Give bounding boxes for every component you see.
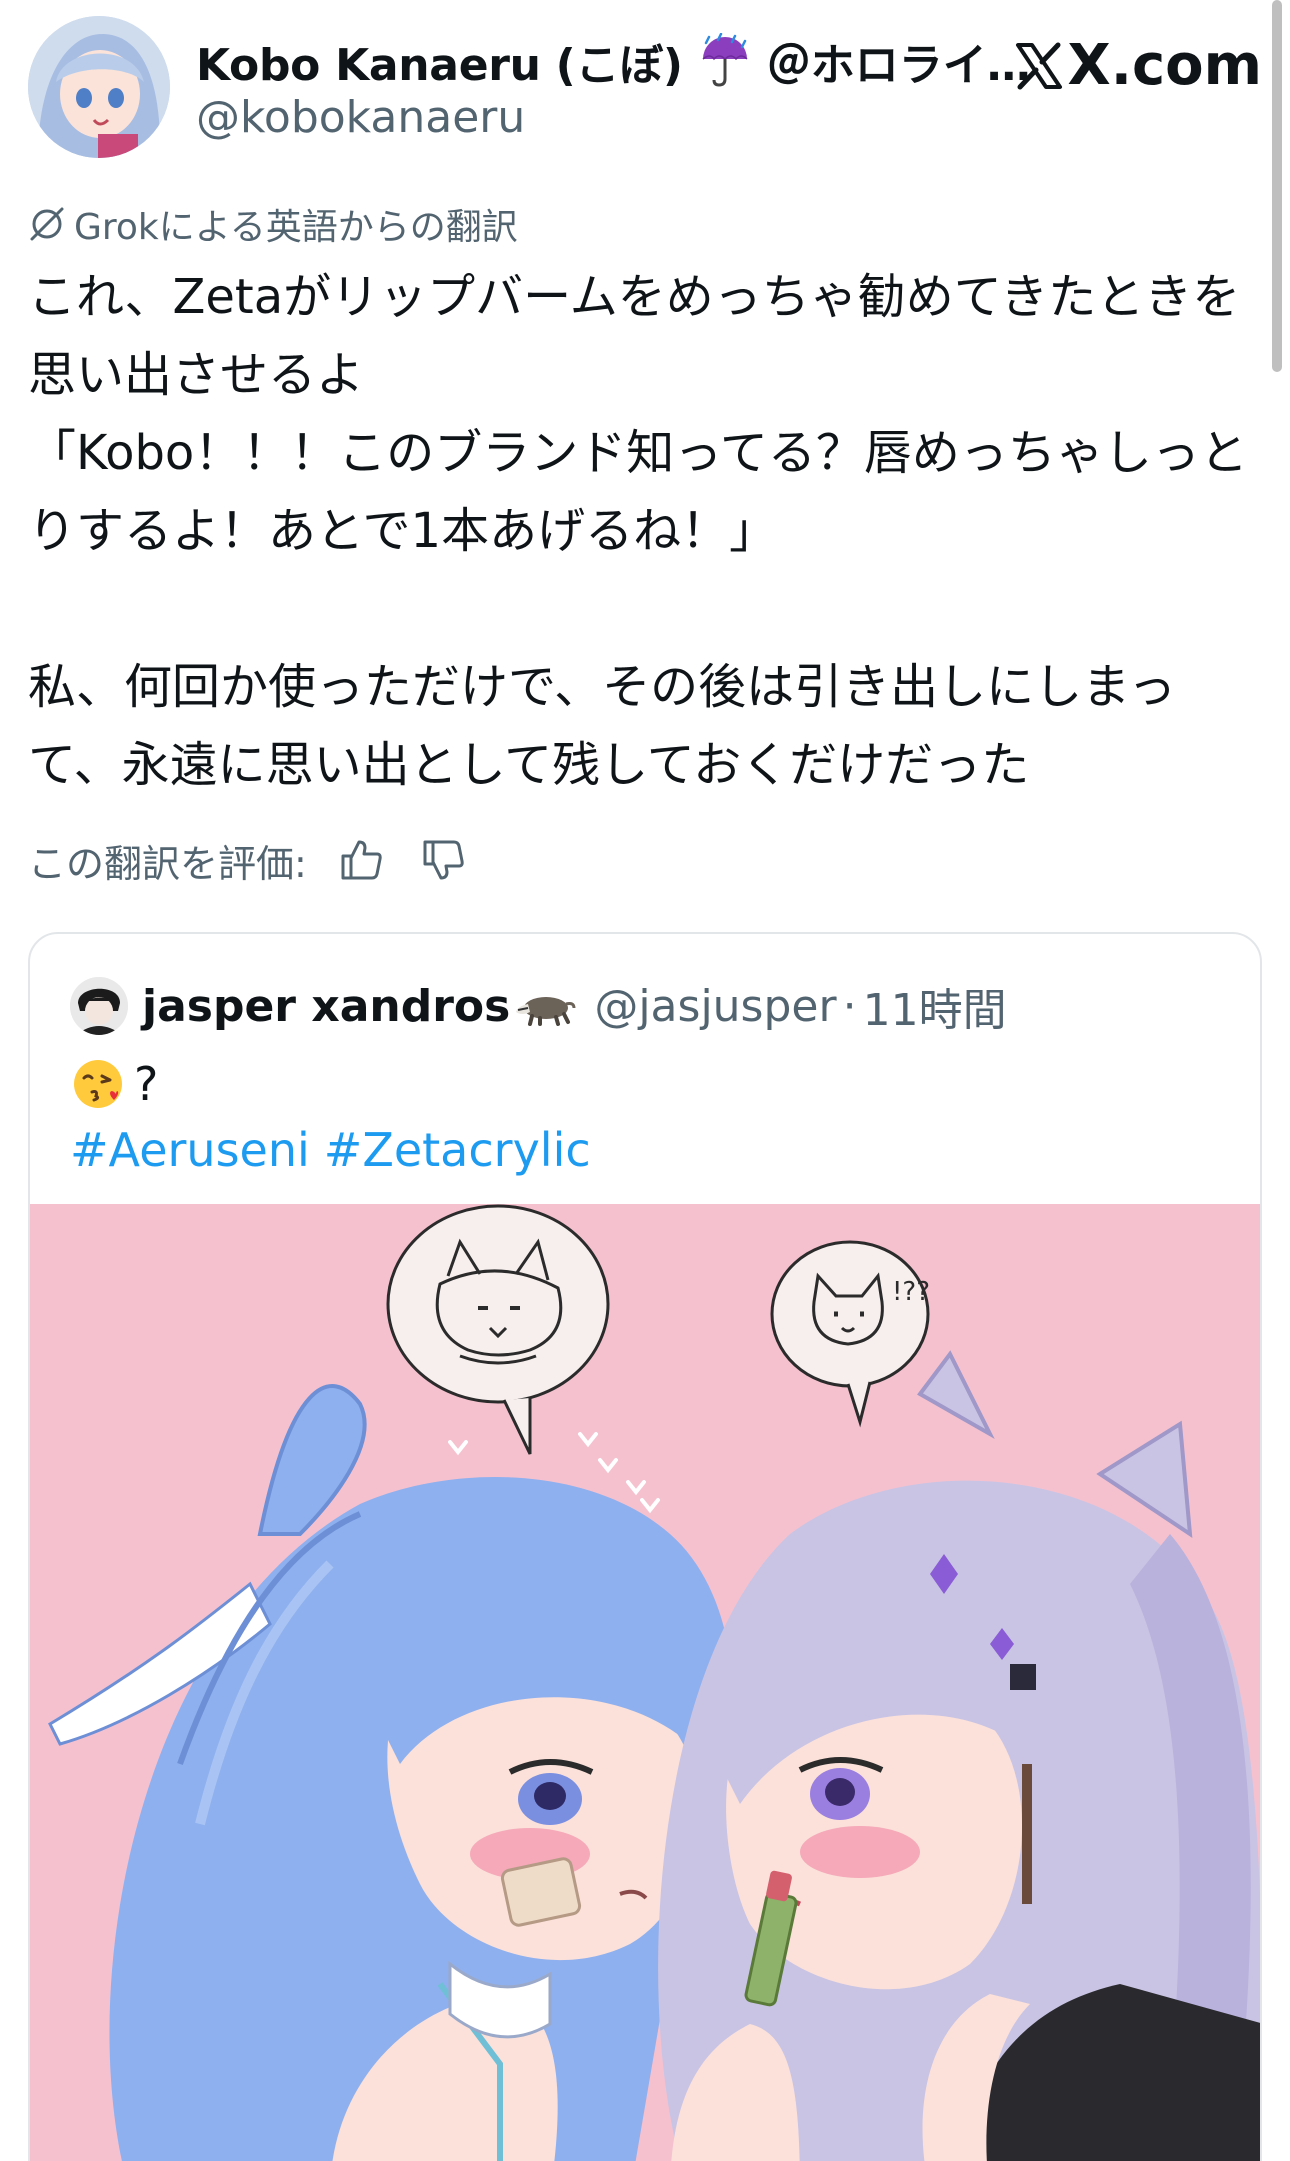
hashtag-aeruseni[interactable]: #Aeruseni [70,1123,310,1177]
quoted-post-header: jasper xandros @jasjusper · 11時間 [70,974,1007,1038]
svg-text:!??: !?? [892,1277,930,1307]
x-logo-icon [1014,40,1064,90]
quoted-post-body: ? [70,1052,158,1116]
scrollbar[interactable] [1272,0,1282,372]
quoted-post-image[interactable]: !?? [30,1204,1260,2161]
grok-icon [28,205,66,243]
hashtag-list: #Aeruseni #Zetacrylic [70,1118,605,1182]
hashtag-zetacrylic[interactable]: #Zetacrylic [324,1123,591,1177]
quoted-author-avatar[interactable] [70,977,128,1035]
rate-label: この翻訳を評価: [28,841,307,886]
quoted-post-text: ? [134,1057,159,1111]
face-blowing-kiss-icon [70,1054,130,1114]
author-name-row[interactable]: Kobo Kanaeru (こぼ) ＠ホロライ… [196,28,1036,94]
quoted-author-name[interactable]: jasper xandros [142,981,510,1032]
translation-source: Grokによる英語からの翻訳 [28,202,518,248]
separator-dot: · [842,980,857,1032]
post-header: Kobo Kanaeru (こぼ) ＠ホロライ… @kobokanaeru X.… [0,0,1290,170]
translated-post-text: これ、Zetaがリップバームをめっちゃ勧めてきたときを思い出させるよ 「Kobo… [28,269,1248,793]
badger-icon [514,986,576,1026]
thumbs-down-icon[interactable] [419,836,467,884]
author-avatar[interactable] [28,16,170,158]
site-brand[interactable]: X.com [1014,28,1262,102]
author-display-name[interactable]: Kobo Kanaeru (こぼ) [196,29,683,93]
quoted-post-time[interactable]: 11時間 [863,974,1007,1038]
author-affiliation[interactable]: ＠ホロライ… [767,29,1031,93]
quoted-author-handle[interactable]: @jasjusper [594,981,836,1032]
author-handle[interactable]: @kobokanaeru [196,92,525,143]
translation-source-label: Grokによる英語からの翻訳 [74,207,518,248]
site-brand-label: X.com [1067,32,1262,98]
translation-rating: この翻訳を評価: [28,832,467,888]
thumbs-up-icon[interactable] [337,836,385,884]
quoted-post[interactable]: jasper xandros @jasjusper · 11時間 ? #Aeru… [28,932,1262,2161]
umbrella-with-rain-icon [697,32,753,89]
